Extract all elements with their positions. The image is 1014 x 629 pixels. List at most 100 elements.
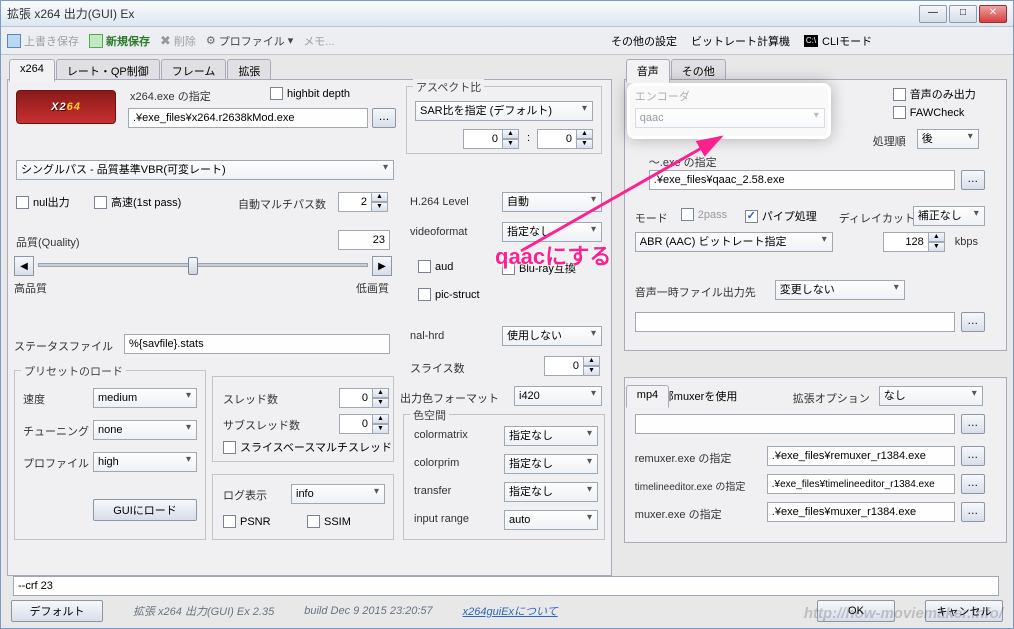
colorprim-select[interactable]: 指定なし: [504, 454, 598, 474]
cli-mode-button[interactable]: C:\ CLIモード: [804, 33, 872, 49]
out-colorfmt-select[interactable]: i420: [514, 386, 602, 406]
cli-args-input[interactable]: [13, 576, 999, 596]
memo-field[interactable]: メモ...: [303, 33, 334, 49]
chevron-down-icon: ▾: [288, 34, 294, 47]
quality-left-button[interactable]: ◀: [14, 256, 34, 276]
order-select[interactable]: 後: [917, 129, 979, 149]
other-settings-button[interactable]: その他の設定: [611, 33, 677, 49]
profile-dropdown[interactable]: ⚙ プロファイル ▾: [206, 33, 293, 49]
quality-value[interactable]: [338, 230, 390, 250]
auto-multipass-input[interactable]: [338, 192, 372, 212]
fawcheck-check[interactable]: FAWCheck: [893, 106, 965, 119]
audio-exe-label: ～.exe の指定: [649, 154, 717, 170]
muxer-browse[interactable]: …: [961, 502, 985, 522]
ssim-check[interactable]: SSIM: [307, 515, 351, 528]
nal-hrd-select[interactable]: 使用しない: [502, 326, 602, 346]
transfer-select[interactable]: 指定なし: [504, 482, 598, 502]
default-button[interactable]: デフォルト: [11, 600, 103, 622]
remuxer-browse[interactable]: …: [961, 446, 985, 466]
new-save-button[interactable]: 新規保存: [89, 33, 150, 49]
thread-input[interactable]: [339, 388, 373, 408]
log-select[interactable]: info: [291, 484, 385, 504]
nal-hrd-label: nal-hrd: [410, 330, 444, 342]
status-file-label: ステータスファイル: [14, 338, 113, 354]
delay-select[interactable]: 補正なし: [913, 206, 985, 226]
about-link[interactable]: x264guiExについて: [463, 603, 558, 619]
mux-cmd-input[interactable]: [635, 414, 955, 434]
ext-option-select[interactable]: なし: [879, 386, 983, 406]
tmpout-select[interactable]: 変更しない: [775, 280, 905, 300]
tuning-label: チューニング: [23, 423, 89, 439]
input-range-label: input range: [414, 513, 469, 525]
colorspace-group-label: 色空間: [410, 407, 449, 423]
quality-right-button[interactable]: ▶: [372, 256, 392, 276]
highbit-depth-check[interactable]: highbit depth: [270, 87, 350, 100]
exe-path-input[interactable]: [128, 108, 368, 128]
remuxer-input[interactable]: [767, 446, 955, 466]
aspect-num-input[interactable]: [463, 129, 503, 149]
encode-mode-select[interactable]: シングルパス - 品質基準VBR(可変レート): [16, 160, 394, 180]
tab-x264[interactable]: x264: [9, 59, 55, 82]
order-label: 処理順: [873, 133, 906, 149]
timeline-input[interactable]: [767, 474, 955, 494]
ext-option-label: 拡張オプション: [793, 390, 870, 406]
fast-1stpass-check[interactable]: 高速(1st pass): [94, 194, 181, 210]
aspect-den-input[interactable]: [537, 129, 577, 149]
twopass-check[interactable]: 2pass: [681, 208, 727, 221]
profile-select[interactable]: high: [93, 452, 197, 472]
build-label: build Dec 9 2015 23:20:57: [304, 605, 432, 617]
save-new-icon: [89, 34, 103, 48]
input-range-select[interactable]: auto: [504, 510, 598, 530]
bitrate-input[interactable]: [883, 232, 929, 252]
gui-load-button[interactable]: GUIにロード: [93, 499, 197, 521]
subthread-input[interactable]: [339, 414, 373, 434]
delete-button[interactable]: ✖ 削除: [160, 33, 196, 49]
slice-input[interactable]: [544, 356, 584, 376]
delete-icon: ✖: [160, 33, 171, 49]
audio-exe-input[interactable]: [649, 170, 955, 190]
audio-mode-label: モード: [635, 210, 668, 226]
gear-icon: ⚙: [206, 34, 216, 47]
pic-struct-check[interactable]: pic-struct: [418, 288, 480, 301]
minimize-button[interactable]: —: [919, 5, 947, 23]
status-file-input[interactable]: [124, 334, 390, 354]
psnr-check[interactable]: PSNR: [223, 515, 271, 528]
nul-output-check[interactable]: nul出力: [16, 194, 70, 210]
quality-slider[interactable]: [38, 256, 368, 274]
tmpout-path-input[interactable]: [635, 312, 955, 332]
aud-check[interactable]: aud: [418, 260, 453, 273]
subthread-label: サブスレッド数: [223, 417, 300, 433]
x264-logo: X264: [16, 90, 116, 124]
annotation-text: qaacにする: [495, 239, 611, 271]
audio-exe-browse[interactable]: …: [961, 170, 985, 190]
transfer-label: transfer: [414, 485, 451, 497]
high-quality-label: 高品質: [14, 280, 47, 296]
tuning-select[interactable]: none: [93, 420, 197, 440]
muxer-label: muxer.exe の指定: [635, 506, 722, 522]
slice-multithread-check[interactable]: スライスベースマルチスレッド: [223, 439, 392, 455]
maximize-button[interactable]: □: [949, 5, 977, 23]
pipe-check[interactable]: パイプ処理: [745, 208, 817, 224]
bitrate-calc-button[interactable]: ビットレート計算機: [691, 33, 790, 49]
delay-label: ディレイカット: [839, 210, 915, 226]
tab-mp4[interactable]: mp4: [626, 385, 669, 408]
tab-audio[interactable]: 音声: [626, 59, 670, 83]
exe-browse-button[interactable]: …: [372, 108, 396, 128]
log-label: ログ表示: [223, 487, 267, 503]
aspect-mode-select[interactable]: SAR比を指定 (デフォルト): [415, 101, 593, 121]
speed-select[interactable]: medium: [93, 388, 197, 408]
close-button[interactable]: ✕: [979, 5, 1007, 23]
overwrite-save-button[interactable]: 上書き保存: [7, 33, 79, 49]
save-icon: [7, 34, 21, 48]
timeline-browse[interactable]: …: [961, 474, 985, 494]
remuxer-label: remuxer.exe の指定: [635, 450, 732, 466]
audio-mode-select[interactable]: ABR (AAC) ビットレート指定: [635, 232, 833, 252]
muxer-input[interactable]: [767, 502, 955, 522]
audio-only-check[interactable]: 音声のみ出力: [893, 86, 976, 102]
audio-encoder-select[interactable]: qaac: [635, 108, 825, 128]
colormatrix-select[interactable]: 指定なし: [504, 426, 598, 446]
h264-level-select[interactable]: 自動: [502, 192, 602, 212]
tmpout-label: 音声一時ファイル出力先: [635, 284, 756, 300]
tmpout-browse[interactable]: …: [961, 312, 985, 332]
mux-cmd-browse[interactable]: …: [961, 414, 985, 434]
